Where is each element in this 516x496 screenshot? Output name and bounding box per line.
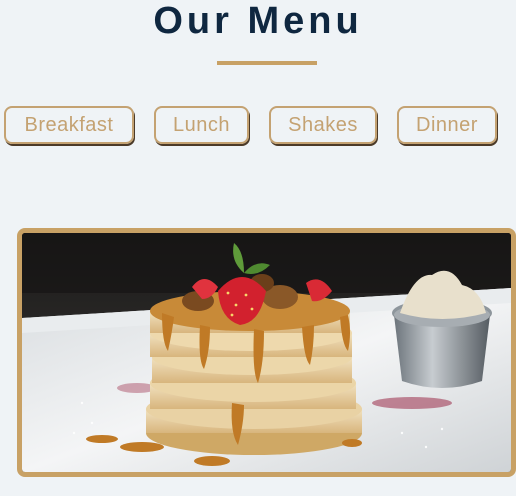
menu-category-tabs: Breakfast Lunch Shakes Dinner [0, 106, 516, 148]
page-title: Our Menu [153, 0, 363, 42]
tab-dinner[interactable]: Dinner [397, 106, 497, 144]
title-underline [217, 61, 317, 65]
featured-dish-image [17, 228, 516, 477]
pancake-stack-photo [22, 233, 511, 472]
tab-shakes[interactable]: Shakes [269, 106, 377, 144]
tab-lunch[interactable]: Lunch [154, 106, 249, 144]
tab-breakfast[interactable]: Breakfast [4, 106, 134, 144]
